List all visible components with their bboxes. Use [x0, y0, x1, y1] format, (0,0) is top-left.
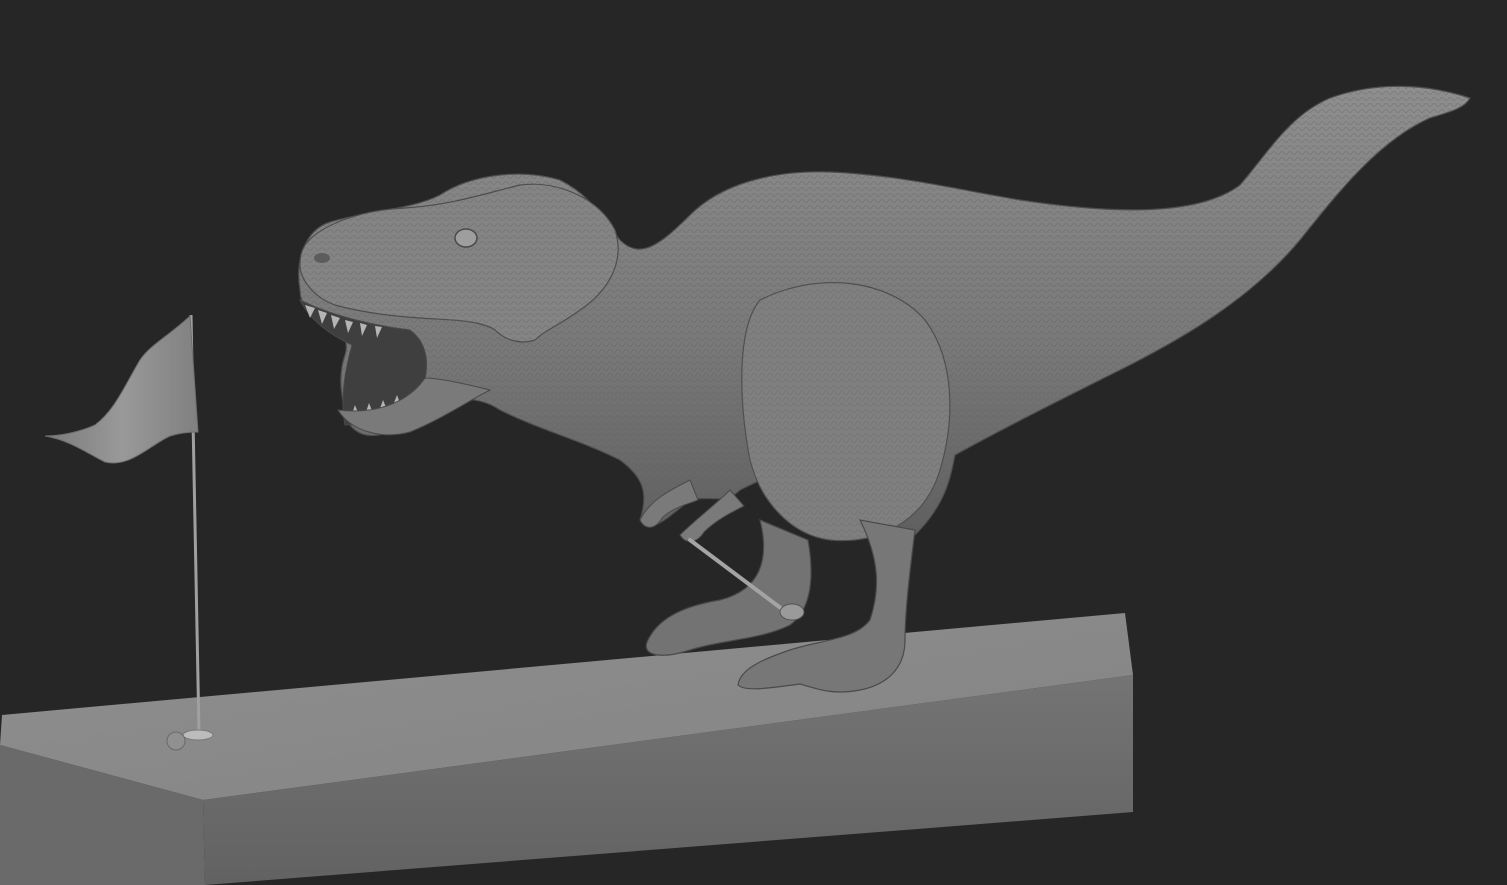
display-base — [0, 613, 1133, 885]
hole-cup — [182, 729, 214, 741]
flag-cloth — [44, 314, 199, 464]
render-viewport — [0, 0, 1507, 885]
golf-ball — [166, 731, 186, 751]
golf-flag — [44, 314, 214, 751]
trex-sculpt — [298, 85, 1471, 693]
trex-leg-far — [645, 518, 812, 656]
trex-nostril — [314, 253, 330, 263]
golf-club-head — [779, 603, 805, 621]
scene-canvas — [0, 85, 1471, 885]
trex-eye — [454, 228, 478, 248]
